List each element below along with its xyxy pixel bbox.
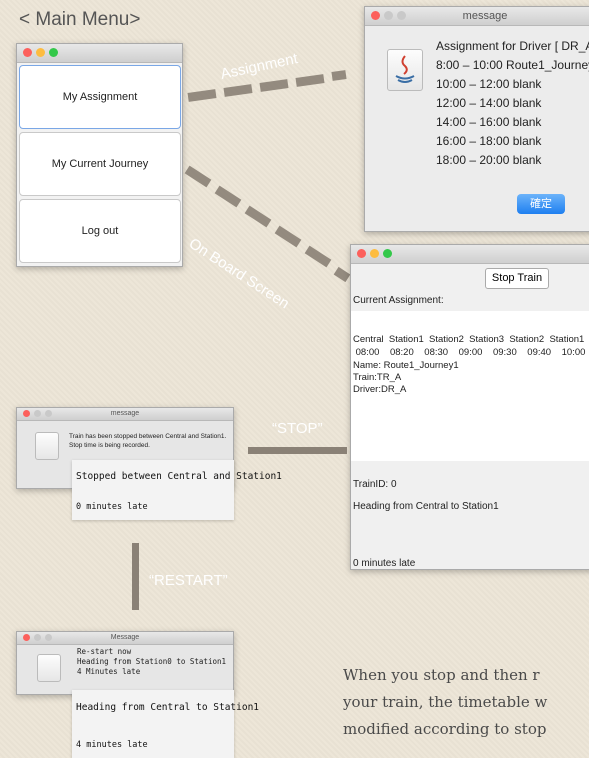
- assignment-slot: 10:00 – 12:00 blank: [436, 77, 542, 91]
- message-titlebar: message: [365, 7, 589, 26]
- driver-name: Driver:DR_A: [353, 384, 407, 395]
- restart-line3: 4 Minutes late: [77, 667, 141, 676]
- assignment-slot: 16:00 – 18:00 blank: [436, 134, 542, 148]
- minimize-icon: [34, 634, 41, 641]
- zoom-icon: [45, 410, 52, 417]
- train-id: TrainID: 0: [353, 479, 397, 490]
- caption: When you stop and then r your train, the…: [343, 662, 589, 743]
- train-name: Train:TR_A: [353, 372, 402, 383]
- restart-message-dialog: Message Re-start now Heading from Statio…: [16, 631, 234, 695]
- minimize-icon: [384, 11, 393, 20]
- assignment-slot: 14:00 – 16:00 blank: [436, 115, 542, 129]
- current-assignment-label: Current Assignment:: [353, 295, 444, 306]
- my-current-journey-button[interactable]: My Current Journey: [19, 132, 181, 196]
- zoom-icon[interactable]: [383, 249, 392, 258]
- stop-label: “STOP”: [272, 420, 323, 437]
- java-icon: [37, 654, 61, 682]
- stop-line1: Train has been stopped between Central a…: [69, 433, 227, 440]
- times-row: 08:00 08:20 08:30 09:00 09:30 09:40 10:0…: [353, 347, 586, 358]
- close-icon[interactable]: [357, 249, 366, 258]
- restart-arrow: [132, 543, 139, 610]
- late-text: 0 minutes late: [353, 558, 416, 569]
- message-title: message: [462, 10, 508, 22]
- my-assignment-button[interactable]: My Assignment: [19, 65, 181, 129]
- onboard-window: Stop Train Current Assignment: Central S…: [350, 244, 589, 570]
- heading-text: Heading from Central to Station1: [353, 501, 499, 512]
- java-icon: [35, 432, 59, 460]
- stop-line2: Stop time is being recorded.: [69, 442, 150, 449]
- zoom-icon[interactable]: [49, 48, 58, 57]
- restart-line1: Re-start now: [77, 647, 132, 656]
- caption-line: When you stop and then r: [343, 666, 540, 684]
- stop-late-text: 0 minutes late: [76, 502, 148, 512]
- main-menu-titlebar: [17, 44, 182, 63]
- journey-name: Name: Route1_Journey1: [353, 360, 459, 371]
- minimize-icon[interactable]: [370, 249, 379, 258]
- assignment-slot: 18:00 – 20:00 blank: [436, 153, 542, 167]
- main-menu-window: My Assignment My Current Journey Log out: [16, 43, 183, 267]
- close-icon[interactable]: [23, 48, 32, 57]
- caption-line: modified according to stop: [343, 720, 547, 738]
- main-menu-title: < Main Menu>: [19, 9, 141, 30]
- stop-train-button[interactable]: Stop Train: [485, 268, 549, 289]
- ok-button[interactable]: 確定: [517, 194, 565, 214]
- zoom-icon: [45, 634, 52, 641]
- restart-label: “RESTART”: [149, 572, 228, 589]
- stop-arrow: [248, 447, 347, 454]
- stop-status-panel: Stopped between Central and Station1 0 m…: [72, 460, 282, 520]
- restart-status-panel: Heading from Central to Station1 4 minut…: [72, 690, 259, 758]
- restart-dialog-title: Message: [110, 634, 140, 641]
- assignment-header: Assignment for Driver [ DR_A: [436, 39, 589, 53]
- restart-titlebar: Message: [17, 632, 233, 645]
- assignment-lines: Assignment for Driver [ DR_A 8:00 – 10:0…: [436, 37, 589, 170]
- close-icon[interactable]: [23, 410, 30, 417]
- stop-status-text: Stopped between Central and Station1: [76, 471, 282, 482]
- close-icon[interactable]: [371, 11, 380, 20]
- onboard-titlebar: [351, 245, 589, 264]
- assignment-slot: 8:00 – 10:00 Route1_Journey1: [436, 58, 589, 72]
- restart-line2: Heading from Station0 to Station1: [77, 657, 227, 666]
- restart-status-text: Heading from Central to Station1: [76, 702, 260, 713]
- assignment-slot: 12:00 – 14:00 blank: [436, 96, 542, 110]
- restart-late-text: 4 minutes late: [76, 740, 148, 750]
- minimize-icon: [34, 410, 41, 417]
- java-icon: [387, 49, 423, 91]
- stop-dialog-title: message: [110, 410, 140, 417]
- close-icon[interactable]: [23, 634, 30, 641]
- stations-row: Central Station1 Station2 Station3 Stati…: [353, 334, 589, 345]
- onboard-arrow: [184, 160, 360, 290]
- log-out-button[interactable]: Log out: [19, 199, 181, 263]
- minimize-icon[interactable]: [36, 48, 45, 57]
- timetable-panel: Central Station1 Station2 Station3 Stati…: [351, 311, 589, 461]
- zoom-icon: [397, 11, 406, 20]
- caption-line: your train, the timetable w: [343, 693, 548, 711]
- stop-titlebar: message: [17, 408, 233, 421]
- assignment-message-dialog: message Assignment for Driver [ DR_A 8:0…: [364, 6, 589, 232]
